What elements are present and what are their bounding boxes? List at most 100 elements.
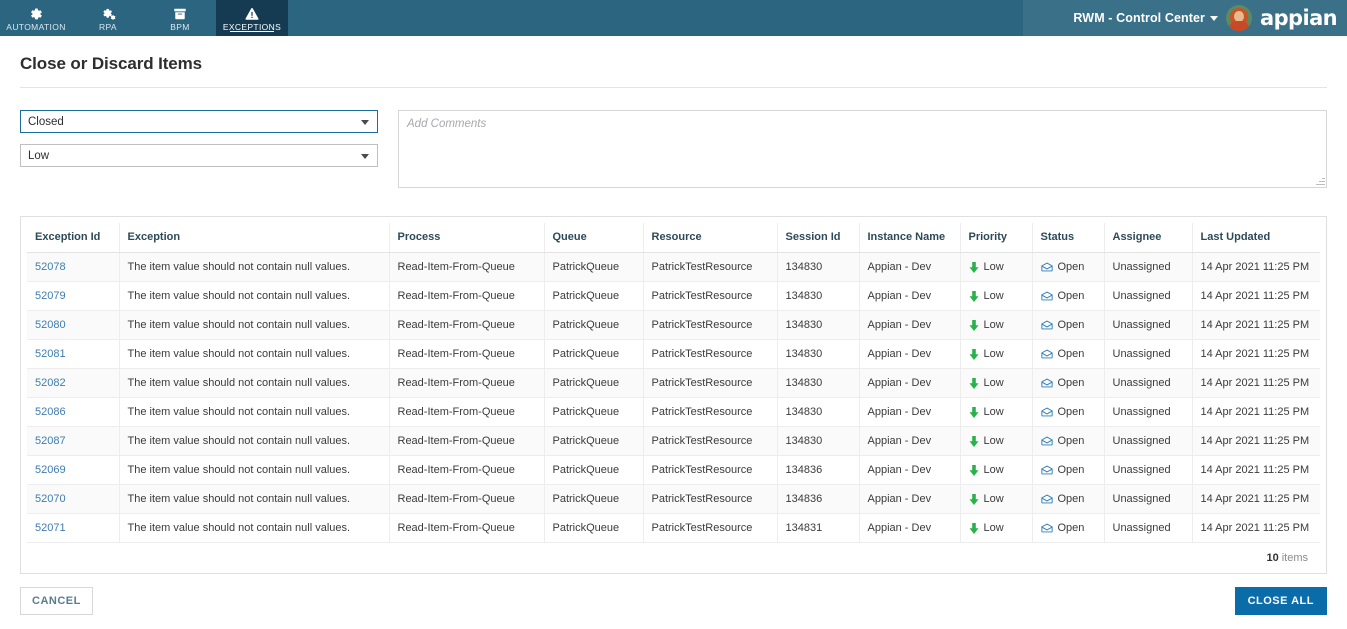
cell-status: Open — [1032, 310, 1105, 340]
cell-priority: Low — [960, 426, 1033, 456]
col-resource[interactable]: Resource — [643, 223, 778, 253]
user-context-label[interactable]: RWM - Control Center — [1073, 11, 1205, 25]
col-instance-name[interactable]: Instance Name — [859, 223, 961, 253]
exception-id-link[interactable]: 52087 — [35, 435, 66, 447]
cell-priority: Low — [960, 368, 1033, 398]
table-row[interactable]: 52080 The item value should not contain n… — [27, 310, 1320, 340]
exception-id-link[interactable]: 52079 — [35, 290, 66, 302]
exception-id-link[interactable]: 52069 — [35, 464, 66, 476]
cell-session-id: 134836 — [777, 455, 860, 485]
status-label: Open — [1057, 406, 1085, 418]
cancel-button[interactable]: CANCEL — [20, 587, 93, 615]
table-row[interactable]: 52082 The item value should not contain n… — [27, 368, 1320, 398]
exception-id-link[interactable]: 52081 — [35, 348, 66, 360]
table-header-row: Exception Id Exception Process Queue Res… — [27, 223, 1320, 253]
table-row[interactable]: 52078 The item value should not contain n… — [27, 252, 1320, 282]
cell-instance-name: Appian - Dev — [859, 513, 961, 543]
col-last-updated[interactable]: Last Updated — [1192, 223, 1320, 253]
priority-label: Low — [983, 406, 1004, 418]
comments-input[interactable] — [399, 111, 1326, 187]
cell-instance-name: Appian - Dev — [859, 368, 961, 398]
cell-exception: The item value should not contain null v… — [119, 426, 390, 456]
col-process[interactable]: Process — [389, 223, 545, 253]
cell-priority: Low — [960, 252, 1033, 282]
col-assignee[interactable]: Assignee — [1104, 223, 1193, 253]
cell-last-updated: 14 Apr 2021 11:25 PM — [1192, 252, 1320, 282]
col-exception-id[interactable]: Exception Id — [27, 223, 120, 253]
cell-exception: The item value should not contain null v… — [119, 513, 390, 543]
col-exception[interactable]: Exception — [119, 223, 390, 253]
col-priority[interactable]: Priority — [960, 223, 1033, 253]
gear-icon — [29, 6, 43, 21]
cell-queue: PatrickQueue — [544, 455, 644, 485]
cell-instance-name: Appian - Dev — [859, 281, 961, 311]
nav-tab-exceptions[interactable]: EXCEPTIONS — [216, 0, 288, 36]
priority-label: Low — [983, 290, 1004, 302]
exception-id-link[interactable]: 52070 — [35, 493, 66, 505]
cell-queue: PatrickQueue — [544, 368, 644, 398]
cell-resource: PatrickTestResource — [643, 513, 778, 543]
cell-exception-id: 52070 — [27, 484, 120, 514]
cell-session-id: 134830 — [777, 426, 860, 456]
priority-select[interactable]: Low — [20, 144, 378, 167]
cell-status: Open — [1032, 426, 1105, 456]
table-row[interactable]: 52079 The item value should not contain n… — [27, 281, 1320, 311]
cell-queue: PatrickQueue — [544, 310, 644, 340]
cell-status: Open — [1032, 368, 1105, 398]
table-row[interactable]: 52069 The item value should not contain n… — [27, 455, 1320, 485]
table-row[interactable]: 52086 The item value should not contain n… — [27, 397, 1320, 427]
nav-tab-bpm[interactable]: BPM — [144, 0, 216, 36]
col-queue[interactable]: Queue — [544, 223, 644, 253]
avatar[interactable] — [1226, 5, 1253, 31]
cell-exception: The item value should not contain null v… — [119, 368, 390, 398]
cell-priority: Low — [960, 339, 1033, 369]
cell-process: Read-Item-From-Queue — [389, 368, 545, 398]
cell-process: Read-Item-From-Queue — [389, 484, 545, 514]
cell-assignee: Unassigned — [1104, 397, 1193, 427]
priority-label: Low — [983, 348, 1004, 360]
cell-last-updated: 14 Apr 2021 11:25 PM — [1192, 426, 1320, 456]
cell-last-updated: 14 Apr 2021 11:25 PM — [1192, 368, 1320, 398]
cell-last-updated: 14 Apr 2021 11:25 PM — [1192, 484, 1320, 514]
nav-tab-automation[interactable]: AUTOMATION — [0, 0, 72, 36]
exception-id-link[interactable]: 52078 — [35, 261, 66, 273]
cell-queue: PatrickQueue — [544, 397, 644, 427]
exception-id-link[interactable]: 52082 — [35, 377, 66, 389]
exception-id-link[interactable]: 52071 — [35, 522, 66, 534]
status-label: Open — [1057, 348, 1085, 360]
cell-process: Read-Item-From-Queue — [389, 252, 545, 282]
priority-label: Low — [983, 435, 1004, 447]
cell-last-updated: 14 Apr 2021 11:25 PM — [1192, 339, 1320, 369]
table-row[interactable]: 52071 The item value should not contain n… — [27, 513, 1320, 543]
cell-queue: PatrickQueue — [544, 252, 644, 282]
arrow-down-icon — [969, 493, 979, 505]
cell-assignee: Unassigned — [1104, 310, 1193, 340]
cell-session-id: 134830 — [777, 339, 860, 369]
cell-exception-id: 52078 — [27, 252, 120, 282]
cell-session-id: 134830 — [777, 397, 860, 427]
chevron-down-icon — [361, 153, 369, 159]
col-status[interactable]: Status — [1032, 223, 1105, 253]
cell-last-updated: 14 Apr 2021 11:25 PM — [1192, 397, 1320, 427]
status-select[interactable]: Closed — [20, 110, 378, 133]
table-row[interactable]: 52081 The item value should not contain n… — [27, 339, 1320, 369]
exception-id-link[interactable]: 52080 — [35, 319, 66, 331]
archive-box-icon — [173, 6, 187, 21]
cell-priority: Low — [960, 455, 1033, 485]
col-session-id[interactable]: Session Id — [777, 223, 860, 253]
nav-tab-label: RPA — [99, 22, 117, 32]
textarea-resize-handle[interactable] — [1315, 176, 1325, 186]
open-envelope-icon — [1040, 465, 1053, 475]
exceptions-table: Exception Id Exception Process Queue Res… — [27, 223, 1320, 543]
exception-id-link[interactable]: 52086 — [35, 406, 66, 418]
cell-exception-id: 52081 — [27, 339, 120, 369]
cell-session-id: 134830 — [777, 281, 860, 311]
table-row[interactable]: 52070 The item value should not contain n… — [27, 484, 1320, 514]
arrow-down-icon — [969, 290, 979, 302]
status-label: Open — [1057, 493, 1085, 505]
nav-tab-rpa[interactable]: RPA — [72, 0, 144, 36]
table-row[interactable]: 52087 The item value should not contain n… — [27, 426, 1320, 456]
chevron-down-icon[interactable] — [1210, 15, 1219, 21]
status-label: Open — [1057, 261, 1085, 273]
close-all-button[interactable]: CLOSE ALL — [1234, 587, 1327, 615]
